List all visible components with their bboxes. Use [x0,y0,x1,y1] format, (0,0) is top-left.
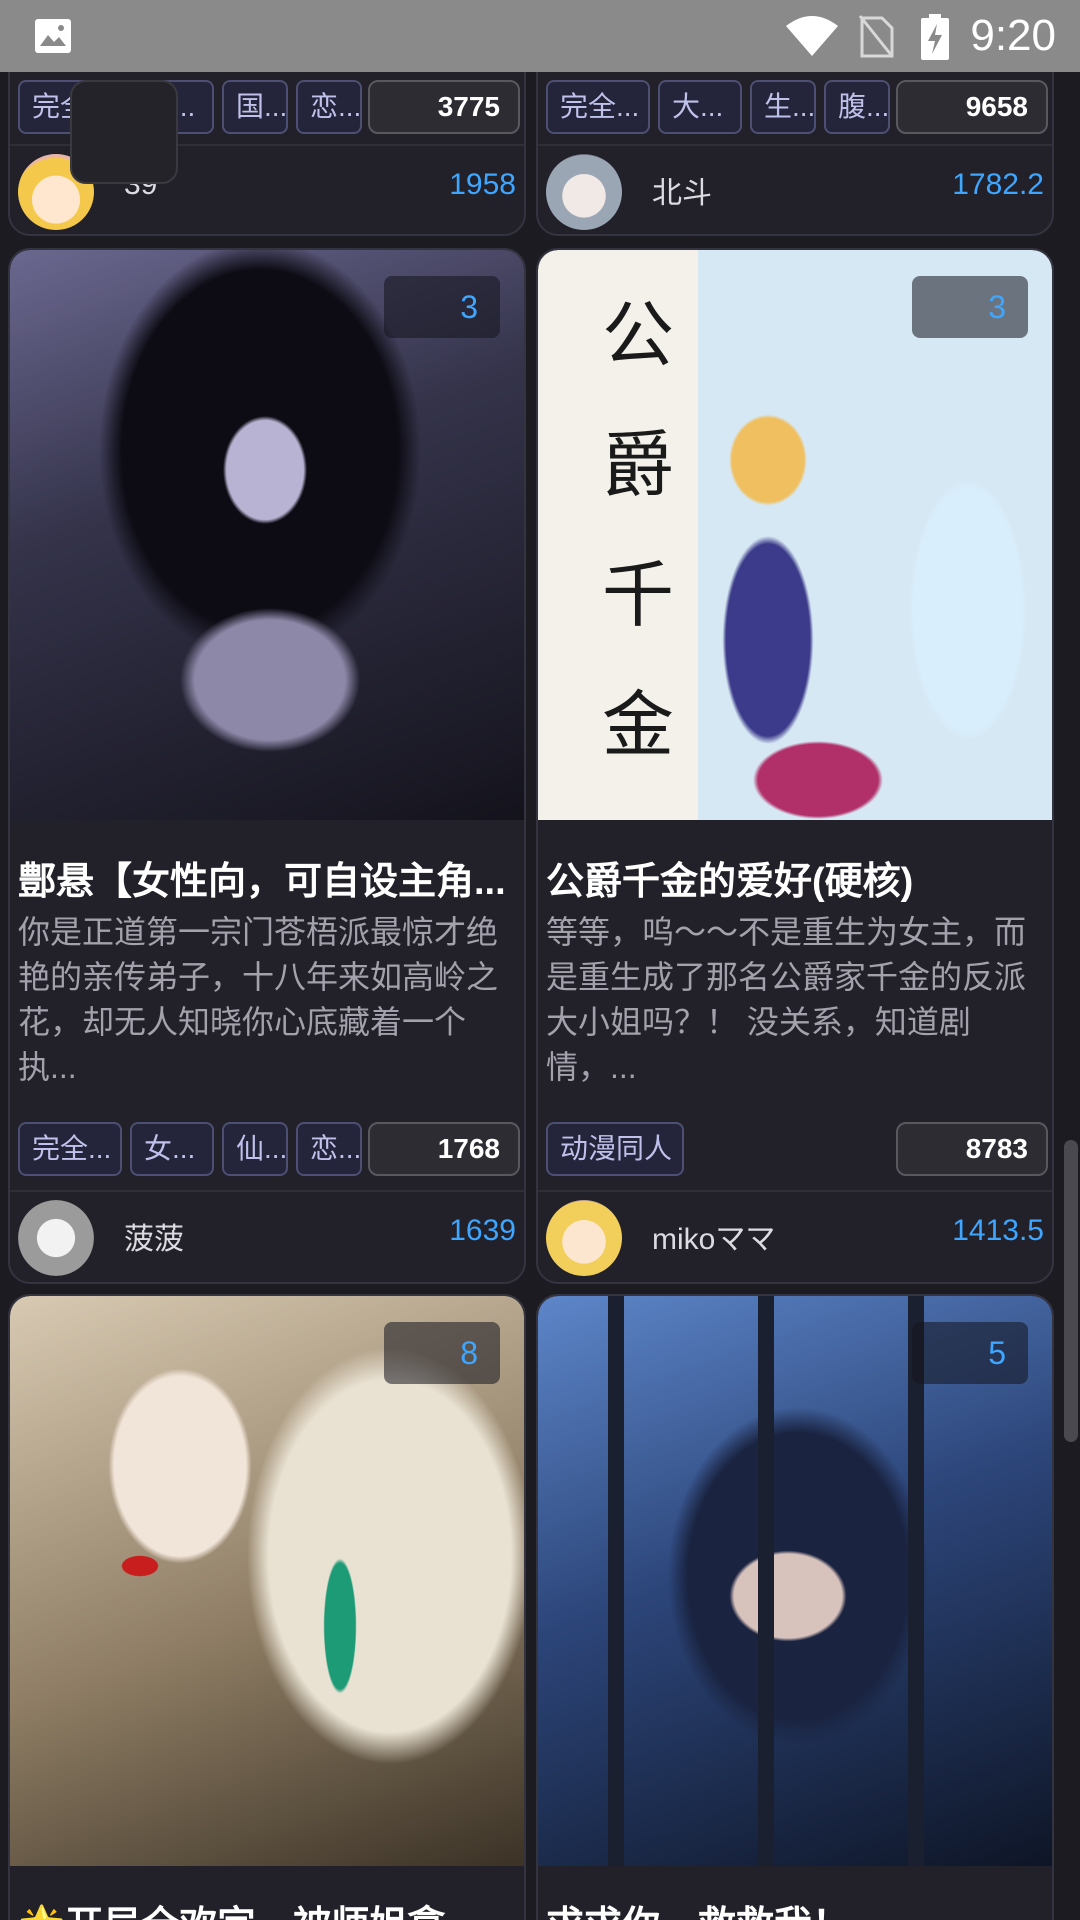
cover-char: 公 [601,293,674,377]
popularity-badge: 9658 [896,80,1048,134]
tag-chip[interactable]: 国... [222,80,288,134]
popularity-badge: 3775 [368,80,520,134]
chapter-count-badge: 8 [384,1322,500,1384]
story-title[interactable]: 公爵千金的爱好(硬核) [546,850,1046,905]
story-card[interactable]: 公 爵 千 金 3 公爵千金的爱好(硬核) 等等，呜～～不是重生为女主，而是重生… [536,248,1054,1284]
story-title[interactable]: 鄷悬【女性向，可自设主角... [18,850,518,905]
wifi-icon [786,16,838,56]
author-score: 1413.5 [952,1214,1044,1247]
author-row[interactable]: mikoママ 1413.5 [538,1190,1052,1282]
story-description: 等等，呜～～不是重生为女主，而是重生成了那名公爵家千金的反派大小姐吗？！ 没关系… [546,914,1027,1085]
tag-chip[interactable]: 腹... [824,80,890,134]
author-name[interactable]: 北斗 [652,168,712,212]
scrollbar-thumb[interactable] [1064,1140,1078,1442]
floating-overlay[interactable] [70,80,178,184]
tag-row: 动漫同人 8783 [546,1122,1048,1178]
story-card[interactable]: 5 求求你，救救我！ [536,1294,1054,1920]
author-row[interactable]: 菠菠 1639 [10,1190,524,1282]
story-title[interactable]: 🌟开局全欢宗，被师姐拿... [18,1894,518,1920]
status-bar: 9:20 [0,0,1080,72]
tag-chip[interactable]: 大... [658,80,742,134]
chapter-count-badge: 5 [912,1322,1028,1384]
tag-chip[interactable]: 生... [750,80,816,134]
popularity-badge: 1768 [368,1122,520,1176]
story-card[interactable]: 8 🌟开局全欢宗，被师姐拿... [8,1294,526,1920]
tag-chip[interactable]: 完全... [18,1122,122,1176]
cover-char: 千 [601,553,674,637]
story-title[interactable]: 求求你，救救我！ [546,1894,1046,1920]
author-avatar[interactable] [546,1200,622,1276]
author-score: 1782.2 [952,168,1044,201]
cover-char: 金 [601,683,674,767]
clock: 9:20 [970,11,1056,60]
author-avatar[interactable] [18,1200,94,1276]
tag-chip[interactable]: 完全... [546,80,650,134]
tag-chip[interactable]: 女... [130,1122,214,1176]
tag-row: 完全... 女... 仙... 恋... 1768 [18,1122,520,1178]
cover-image[interactable]: 3 [10,250,524,820]
author-row[interactable]: 北斗 1782.2 [538,144,1052,234]
author-score: 1958 [449,168,516,201]
popularity-badge: 8783 [896,1122,1048,1176]
cover-char: 爵 [601,423,674,507]
story-card[interactable]: 完全... 大... 生... 腹... 9658 北斗 1782.2 [536,72,1054,236]
tag-chip[interactable]: 恋... [296,80,362,134]
author-avatar[interactable] [546,154,622,230]
story-card[interactable]: 3 鄷悬【女性向，可自设主角... 你是正道第一宗门苍梧派最惊才绝艳的亲传弟子，… [8,248,526,1284]
battery-charging-icon [921,14,949,60]
cover-image[interactable]: 8 [10,1296,524,1866]
story-feed[interactable]: 完全... 大... 国... 恋... 3775 39 1958 完全... … [0,72,1080,1920]
tag-chip[interactable]: 动漫同人 [546,1122,684,1176]
author-name[interactable]: 菠菠 [124,1214,184,1258]
chapter-count-badge: 3 [912,276,1028,338]
tag-row: 完全... 大... 生... 腹... 9658 [546,80,1048,136]
tag-chip[interactable]: 恋... [296,1122,362,1176]
cover-title-column: 公 爵 千 金 [588,270,688,790]
no-sim-icon [858,15,894,58]
author-score: 1639 [449,1214,516,1247]
author-name[interactable]: mikoママ [652,1214,775,1258]
story-card[interactable]: 完全... 大... 国... 恋... 3775 39 1958 [8,72,526,236]
cover-image[interactable]: 5 [538,1296,1052,1866]
cover-image[interactable]: 公 爵 千 金 3 [538,250,1052,820]
chapter-count-badge: 3 [384,276,500,338]
image-notification-icon [35,19,71,53]
tag-chip[interactable]: 仙... [222,1122,288,1176]
story-description: 你是正道第一宗门苍梧派最惊才绝艳的亲传弟子，十八年来如高岭之花，却无人知晓你心底… [18,914,499,1085]
